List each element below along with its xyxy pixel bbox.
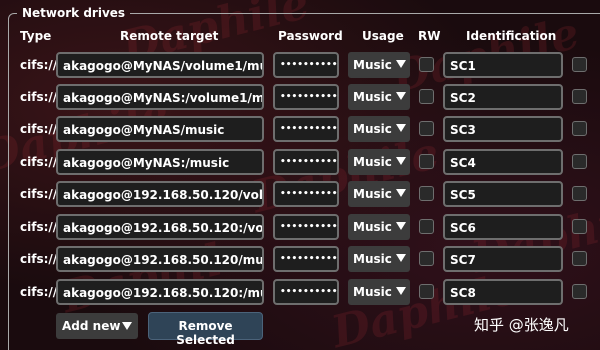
password-input[interactable]: ••••••••••••	[273, 246, 339, 272]
remote-target-input[interactable]: akagogo@MyNAS:/volume1/music	[56, 84, 264, 110]
identification-input[interactable]: SC3	[443, 116, 563, 142]
drive-row: cifs:// akagogo@192.168.50.120/volume1 •…	[0, 181, 600, 209]
usage-value: Music	[353, 155, 392, 169]
header-password: Password	[278, 29, 343, 43]
select-row-checkbox[interactable]	[572, 154, 587, 169]
usage-value: Music	[353, 220, 392, 234]
chevron-down-icon	[122, 322, 132, 330]
password-input[interactable]: ••••••••••••	[273, 181, 339, 207]
rw-checkbox[interactable]	[419, 284, 434, 299]
usage-value: Music	[353, 252, 392, 266]
password-input[interactable]: ••••••••••••	[273, 214, 339, 240]
usage-select[interactable]: Music	[348, 84, 410, 110]
usage-select[interactable]: Music	[348, 116, 410, 142]
rw-checkbox[interactable]	[419, 154, 434, 169]
usage-value: Music	[353, 58, 392, 72]
identification-input[interactable]: SC4	[443, 149, 563, 175]
header-identification: Identification	[466, 29, 557, 43]
remote-target-input[interactable]: akagogo@192.168.50.120/volume1	[56, 181, 264, 207]
password-input[interactable]: ••••••••••••	[273, 279, 339, 305]
type-prefix: cifs://	[20, 285, 58, 299]
remote-target-input[interactable]: akagogo@MyNAS:/music	[56, 149, 264, 175]
drive-row: cifs:// akagogo@192.168.50.120:/music ••…	[0, 279, 600, 307]
remote-target-input[interactable]: akagogo@192.168.50.120:/volume1	[56, 214, 264, 240]
panel-title: Network drives	[22, 6, 126, 20]
chevron-down-icon	[396, 189, 406, 197]
type-prefix: cifs://	[20, 155, 58, 169]
chevron-down-icon	[396, 287, 406, 295]
type-prefix: cifs://	[20, 187, 58, 201]
usage-select[interactable]: Music	[348, 149, 410, 175]
usage-select[interactable]: Music	[348, 214, 410, 240]
chevron-down-icon	[396, 254, 406, 262]
drive-row: cifs:// akagogo@MyNAS:/music •••••••••••…	[0, 149, 600, 177]
chevron-down-icon	[396, 157, 406, 165]
select-row-checkbox[interactable]	[572, 121, 587, 136]
remote-target-input[interactable]: akagogo@192.168.50.120/music	[56, 246, 264, 272]
usage-select[interactable]: Music	[348, 246, 410, 272]
type-prefix: cifs://	[20, 220, 58, 234]
rw-checkbox[interactable]	[419, 89, 434, 104]
select-row-checkbox[interactable]	[572, 284, 587, 299]
usage-select[interactable]: Music	[348, 181, 410, 207]
identification-input[interactable]: SC6	[443, 214, 563, 240]
remote-target-input[interactable]: akagogo@192.168.50.120:/music	[56, 279, 264, 305]
header-usage: Usage	[362, 29, 404, 43]
password-input[interactable]: ••••••••••••	[273, 84, 339, 110]
drive-row: cifs:// akagogo@MyNAS/music ••••••••••••…	[0, 116, 600, 144]
chevron-down-icon	[396, 60, 406, 68]
select-row-checkbox[interactable]	[572, 89, 587, 104]
identification-input[interactable]: SC8	[443, 279, 563, 305]
chevron-down-icon	[396, 222, 406, 230]
rw-checkbox[interactable]	[419, 186, 434, 201]
password-input[interactable]: ••••••••••••	[273, 149, 339, 175]
rw-checkbox[interactable]	[419, 219, 434, 234]
identification-input[interactable]: SC7	[443, 246, 563, 272]
drive-row: cifs:// akagogo@MyNAS/volume1/music ••••…	[0, 52, 600, 80]
type-prefix: cifs://	[20, 122, 58, 136]
select-row-checkbox[interactable]	[572, 219, 587, 234]
drive-row: cifs:// akagogo@MyNAS:/volume1/music •••…	[0, 84, 600, 112]
password-input[interactable]: ••••••••••••	[273, 116, 339, 142]
usage-select[interactable]: Music	[348, 279, 410, 305]
add-new-label: Add new	[62, 319, 121, 333]
chevron-down-icon	[396, 124, 406, 132]
header-type: Type	[20, 29, 52, 43]
identification-input[interactable]: SC5	[443, 181, 563, 207]
usage-value: Music	[353, 285, 392, 299]
header-remote-target: Remote target	[120, 29, 219, 43]
watermark-text: 知乎 @张逸凡	[474, 316, 569, 334]
usage-value: Music	[353, 187, 392, 201]
rw-checkbox[interactable]	[419, 121, 434, 136]
header-rw: RW	[418, 29, 441, 43]
drive-row: cifs:// akagogo@192.168.50.120:/volume1 …	[0, 214, 600, 242]
usage-select[interactable]: Music	[348, 52, 410, 78]
select-row-checkbox[interactable]	[572, 186, 587, 201]
drive-row: cifs:// akagogo@192.168.50.120/music •••…	[0, 246, 600, 274]
chevron-down-icon	[396, 92, 406, 100]
select-row-checkbox[interactable]	[572, 57, 587, 72]
remove-selected-button[interactable]: Remove Selected	[148, 312, 263, 347]
password-input[interactable]: ••••••••••••	[273, 52, 339, 78]
type-prefix: cifs://	[20, 90, 58, 104]
identification-input[interactable]: SC1	[443, 52, 563, 78]
rw-checkbox[interactable]	[419, 251, 434, 266]
select-row-checkbox[interactable]	[572, 251, 587, 266]
rw-checkbox[interactable]	[419, 57, 434, 72]
identification-input[interactable]: SC2	[443, 84, 563, 110]
usage-value: Music	[353, 122, 392, 136]
usage-value: Music	[353, 90, 392, 104]
remote-target-input[interactable]: akagogo@MyNAS/volume1/music	[56, 52, 264, 78]
type-prefix: cifs://	[20, 58, 58, 72]
add-new-select[interactable]: Add new	[56, 313, 138, 339]
remote-target-input[interactable]: akagogo@MyNAS/music	[56, 116, 264, 142]
type-prefix: cifs://	[20, 252, 58, 266]
